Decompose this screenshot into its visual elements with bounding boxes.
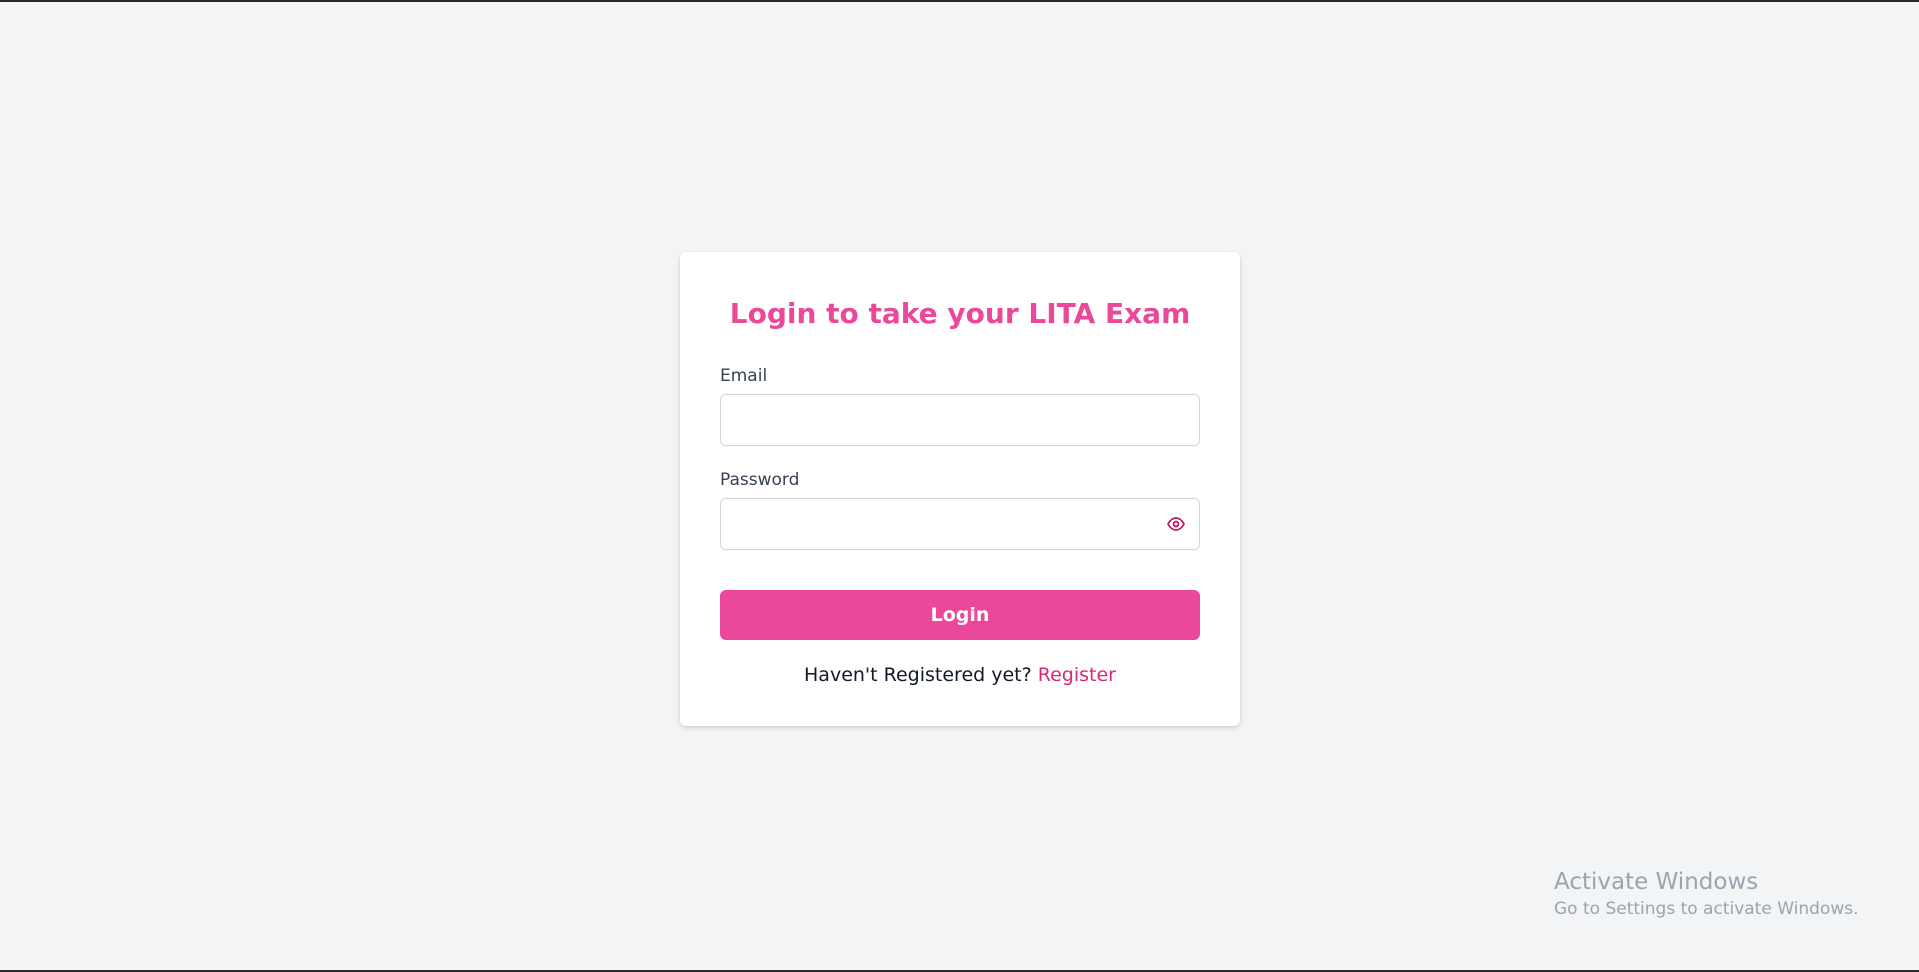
eye-icon-graphic <box>1167 517 1185 531</box>
password-field-group: Password <box>720 470 1200 550</box>
email-field[interactable] <box>720 394 1200 446</box>
password-label: Password <box>720 470 800 490</box>
email-label: Email <box>720 366 768 386</box>
activate-windows-watermark: Activate Windows Go to Settings to activ… <box>1554 868 1859 920</box>
page-title: Login to take your LITA Exam <box>729 297 1191 330</box>
watermark-title: Activate Windows <box>1554 869 1759 895</box>
eye-icon[interactable] <box>1166 514 1186 534</box>
watermark-subtitle: Go to Settings to activate Windows. <box>1554 898 1859 919</box>
register-prompt: Haven't Registered yet? Register <box>720 664 1200 686</box>
password-field[interactable] <box>720 498 1200 550</box>
register-prompt-text: Haven't Registered yet? <box>804 664 1032 686</box>
login-card: Login to take your LITA Exam Email Passw… <box>680 252 1240 726</box>
register-link[interactable]: Register <box>1038 664 1116 686</box>
email-field-group: Email <box>720 366 1200 446</box>
login-button[interactable]: Login <box>720 590 1200 640</box>
email-input-wrapper <box>720 394 1200 446</box>
password-input-wrapper <box>720 498 1200 550</box>
